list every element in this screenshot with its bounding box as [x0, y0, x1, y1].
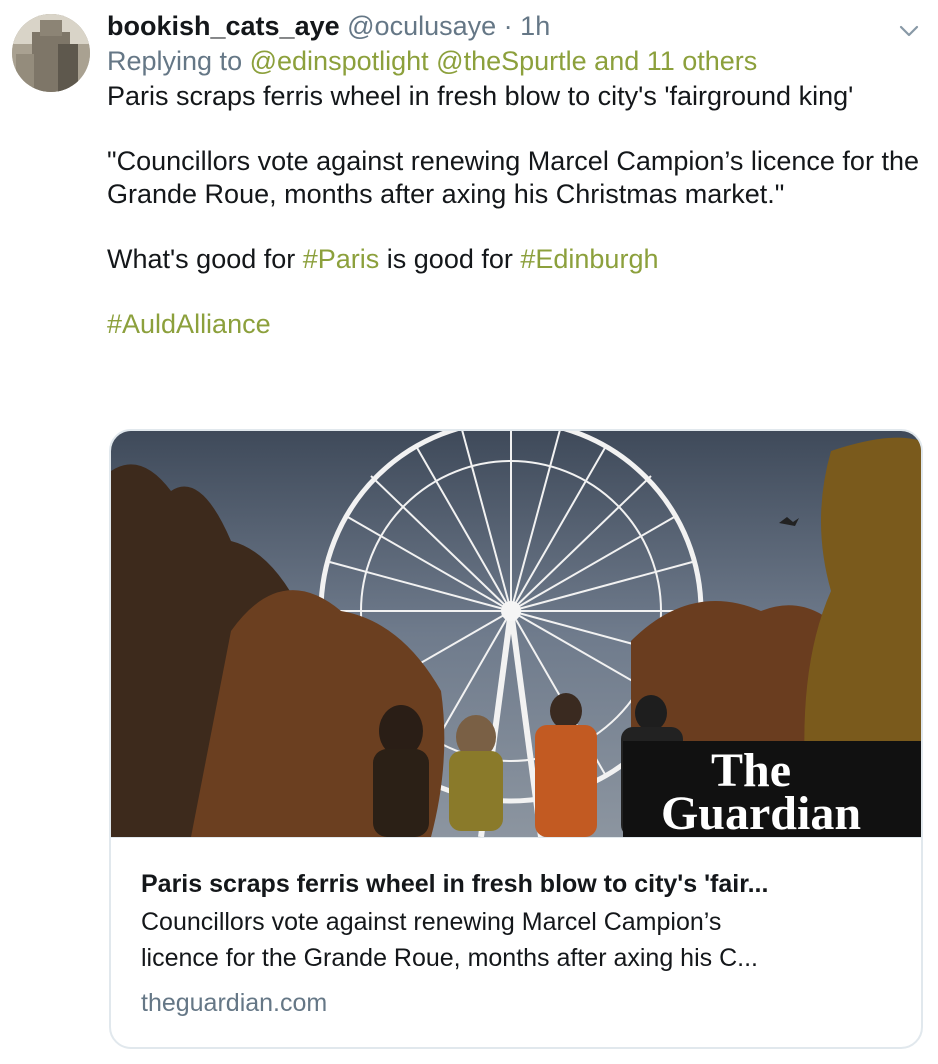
sentence-prefix: What's good for: [107, 243, 303, 274]
card-image[interactable]: The Guardian: [111, 431, 921, 837]
author-handle[interactable]: @oculusaye: [347, 11, 496, 41]
mention-thespurtle[interactable]: @theSpurtle: [436, 46, 587, 76]
replying-to: Replying to @edinspotlight @theSpurtle a…: [107, 44, 922, 78]
card-body: Paris scraps ferris wheel in fresh blow …: [111, 838, 921, 1021]
tweet-headline: Paris scraps ferris wheel in fresh blow …: [107, 81, 854, 111]
link-preview-card[interactable]: The Guardian Paris scraps ferris wheel i…: [109, 429, 923, 1049]
card-description: Councillors vote against renewing Marcel…: [141, 904, 891, 976]
tweet-timestamp[interactable]: 1h: [520, 11, 550, 41]
tweet-hashtag-sentence: What's good for #Paris is good for #Edin…: [107, 243, 922, 276]
replying-to-label: Replying to: [107, 46, 243, 76]
guardian-logo-line2: Guardian: [661, 787, 861, 837]
card-description-line2: licence for the Grande Roue, months afte…: [141, 944, 758, 972]
tweet-header: bookish_cats_aye @oculusaye · 1h: [107, 8, 922, 44]
author-display-name[interactable]: bookish_cats_aye: [107, 11, 340, 41]
card-description-line1: Councillors vote against renewing Marcel…: [141, 908, 722, 936]
hashtag-edinburgh[interactable]: #Edinburgh: [520, 244, 658, 274]
card-domain[interactable]: theguardian.com: [141, 985, 891, 1021]
mention-edinspotlight[interactable]: @edinspotlight: [250, 46, 429, 76]
separator-dot: ·: [503, 11, 513, 41]
tweet-hashtag-line: #AuldAlliance: [107, 308, 922, 341]
sentence-middle: is good for: [379, 243, 521, 274]
avatar[interactable]: [12, 14, 90, 92]
tweet-content: bookish_cats_aye @oculusaye · 1h Replyin…: [107, 8, 922, 340]
replying-to-others[interactable]: and 11 others: [594, 46, 757, 76]
tweet-text: Paris scraps ferris wheel in fresh blow …: [107, 80, 922, 340]
hashtag-paris[interactable]: #Paris: [303, 244, 380, 274]
hashtag-auldalliance[interactable]: #AuldAlliance: [107, 309, 271, 339]
tweet-quote: "Councillors vote against renewing Marce…: [107, 146, 919, 209]
card-title[interactable]: Paris scraps ferris wheel in fresh blow …: [141, 866, 891, 902]
